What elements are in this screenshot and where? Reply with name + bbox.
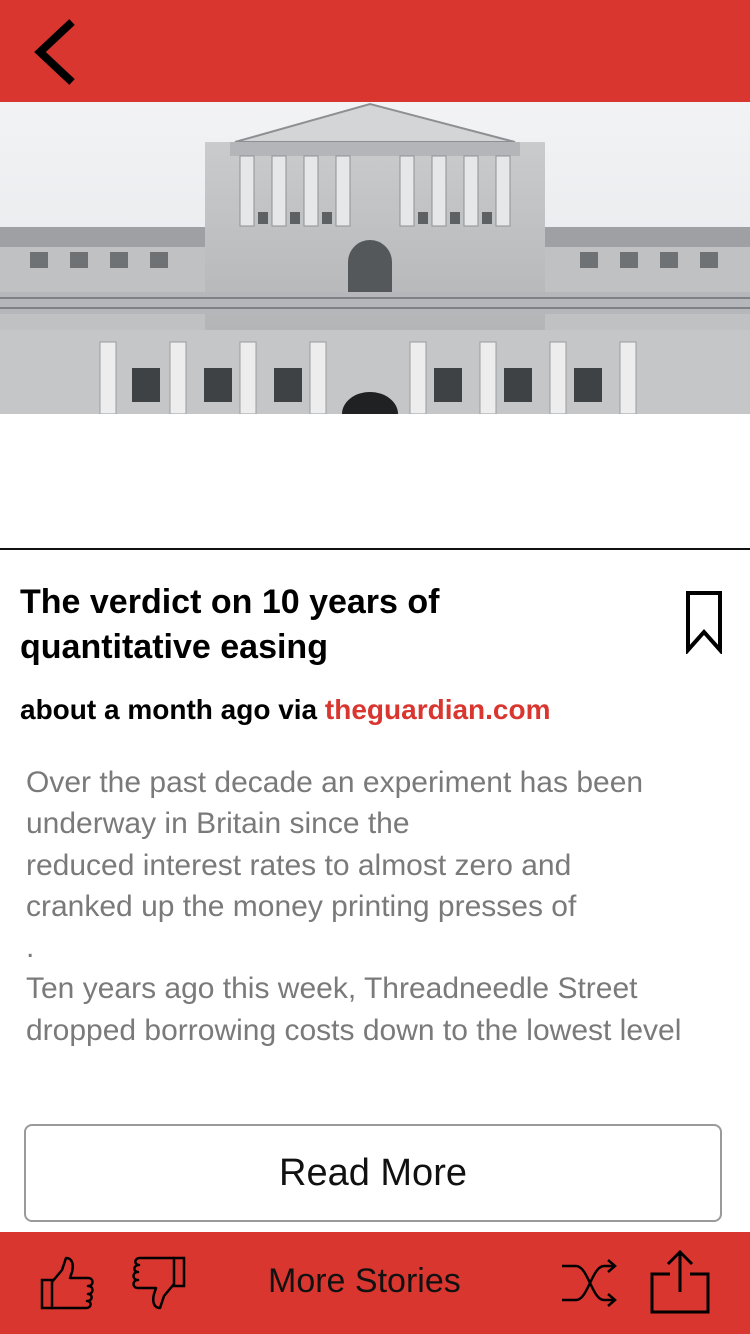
shuffle-icon[interactable] xyxy=(558,1256,620,1310)
article-meta: about a month ago via theguardian.com xyxy=(20,694,551,726)
bookmark-icon[interactable] xyxy=(684,590,724,654)
excerpt-line: underway in Britain since the xyxy=(26,807,410,841)
article-age: about a month ago via xyxy=(20,694,325,725)
more-stories-button[interactable]: More Stories xyxy=(268,1262,461,1301)
excerpt-line: reduced interest rates to almost zero an… xyxy=(26,848,572,882)
share-icon[interactable] xyxy=(648,1248,712,1316)
excerpt-line: Over the past decade an experiment has b… xyxy=(26,766,644,799)
article-title-line-1: The verdict on 10 years of xyxy=(20,583,440,621)
excerpt-line: dropped borrowing costs down to the lowe… xyxy=(26,1013,682,1047)
article-excerpt: Over the past decade an experiment has b… xyxy=(26,762,726,1052)
article-title: The verdict on 10 years of quantitative … xyxy=(20,580,620,670)
excerpt-line: Ten years ago this week, Threadneedle St… xyxy=(26,972,638,1006)
read-more-button[interactable]: Read More xyxy=(24,1124,722,1222)
article-source-link[interactable]: theguardian.com xyxy=(325,694,551,725)
excerpt-line: cranked up the money printing presses of xyxy=(26,889,577,923)
article-image xyxy=(0,102,750,414)
thumbs-down-icon[interactable] xyxy=(128,1254,188,1312)
divider xyxy=(0,548,750,550)
thumbs-up-icon[interactable] xyxy=(38,1254,98,1312)
chevron-left-icon[interactable] xyxy=(28,16,88,88)
top-bar xyxy=(0,0,750,102)
article-title-line-2: quantitative easing xyxy=(20,628,328,666)
excerpt-line: . xyxy=(26,931,35,965)
